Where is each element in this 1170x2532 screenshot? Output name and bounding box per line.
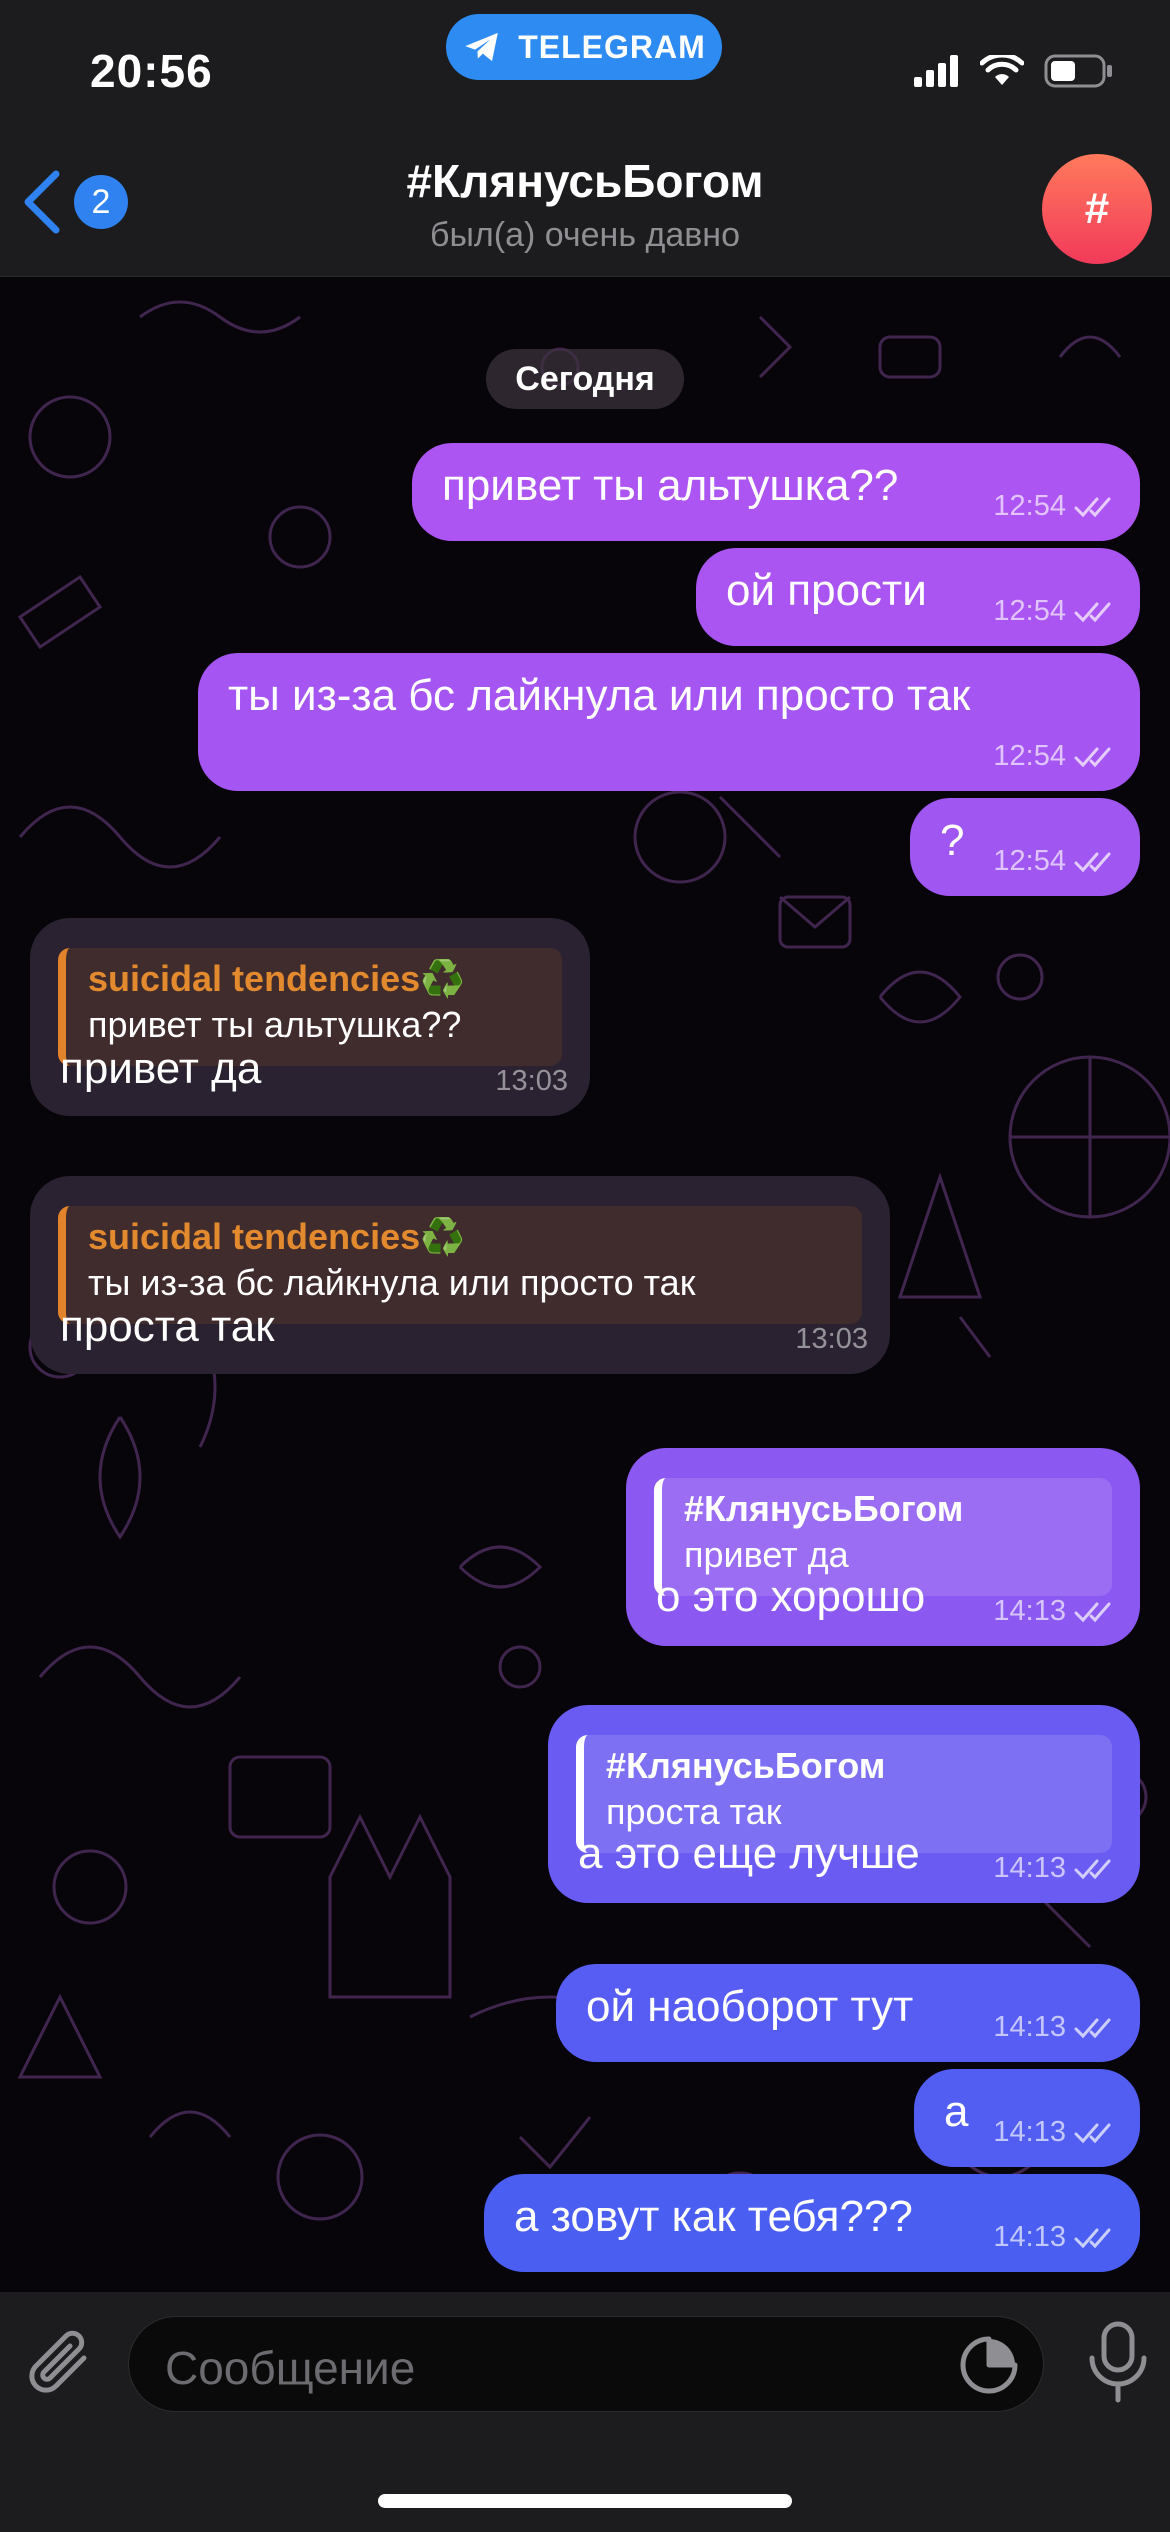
reply-author: suicidal tendencies♻️ <box>88 1216 465 1257</box>
double-check-icon <box>1074 1602 1111 1622</box>
sticker-icon <box>960 2336 1018 2394</box>
reply-author: #КлянусьБогом <box>606 1745 886 1786</box>
message-text: ты из-за бс лайкнула или просто так <box>228 671 971 720</box>
avatar-symbol: # <box>1084 184 1110 233</box>
message-meta: 14:13 <box>993 1852 1118 1885</box>
telegram-chat-screen: 20:56 TELEGRAM 2 #КлянусьБогом был(а) оч… <box>0 0 1170 2532</box>
microphone-icon <box>1089 2321 1147 2403</box>
double-check-icon <box>1074 2123 1111 2143</box>
voice-message-button[interactable] <box>1086 2320 1150 2409</box>
message-meta: 13:03 <box>495 1065 568 1098</box>
outgoing-message[interactable]: а 14:13 <box>914 2069 1140 2167</box>
message-time: 14:13 <box>993 2116 1066 2148</box>
message-input[interactable]: Сообщение <box>128 2316 1044 2412</box>
telegram-paper-plane-icon <box>465 32 499 62</box>
status-bar: 20:56 TELEGRAM <box>0 0 1170 140</box>
message-input-placeholder: Сообщение <box>165 2342 416 2394</box>
reply-text: привет да <box>684 1534 849 1575</box>
reply-author: suicidal tendencies♻️ <box>88 958 465 999</box>
wifi-icon <box>980 55 1024 85</box>
message-meta: 14:13 <box>993 1595 1118 1628</box>
double-check-icon <box>1074 1859 1111 1879</box>
message-meta: 14:13 <box>993 2011 1118 2044</box>
message-text: ? <box>940 816 965 865</box>
reply-text: ты из-за бс лайкнула или просто так <box>88 1262 696 1303</box>
message-time: 12:54 <box>993 740 1066 772</box>
message-meta: 12:54 <box>993 490 1118 523</box>
reply-text: привет ты альтушка?? <box>88 1004 462 1045</box>
message-input-bar: Сообщение <box>0 2292 1170 2532</box>
chat-avatar[interactable]: # <box>1042 154 1152 264</box>
message-time: 14:13 <box>993 2011 1066 2043</box>
message-meta: 12:54 <box>993 595 1118 628</box>
double-check-icon <box>1074 497 1111 517</box>
message-text: привет ты альтушка?? <box>442 461 899 510</box>
message-time: 12:54 <box>993 490 1066 522</box>
outgoing-message[interactable]: ой наоборот тут 14:13 <box>556 1964 1140 2062</box>
message-meta: 12:54 <box>993 740 1118 773</box>
reply-author: #КлянусьБогом <box>684 1488 964 1529</box>
message-time: 14:13 <box>993 1852 1066 1884</box>
message-meta: 14:13 <box>993 2116 1118 2149</box>
message-text: а <box>944 2087 969 2136</box>
message-meta: 12:54 <box>993 845 1118 878</box>
outgoing-message[interactable]: #КлянусьБогом проста так а это еще лучше… <box>548 1705 1140 1903</box>
message-meta: 14:13 <box>993 2221 1118 2254</box>
cellular-signal-icon <box>914 55 958 87</box>
double-check-icon <box>1074 852 1111 872</box>
message-time: 13:03 <box>495 1065 568 1097</box>
message-text: о это хорошо <box>656 1572 926 1621</box>
outgoing-message[interactable]: #КлянусьБогом привет да о это хорошо 14:… <box>626 1448 1140 1646</box>
sticker-button[interactable] <box>959 2335 1019 2400</box>
double-check-icon <box>1074 2018 1111 2038</box>
message-time: 14:13 <box>993 1595 1066 1627</box>
paperclip-icon <box>29 2330 87 2393</box>
status-icons <box>914 54 1114 88</box>
message-text: ой наоборот тут <box>586 1982 914 2031</box>
status-time: 20:56 <box>90 45 213 97</box>
chat-last-seen: был(а) очень давно <box>430 216 740 254</box>
outgoing-message[interactable]: а зовут как тебя??? 14:13 <box>484 2174 1140 2272</box>
double-check-icon <box>1074 2228 1111 2248</box>
message-text: проста так <box>60 1302 275 1351</box>
battery-icon <box>1044 54 1112 88</box>
message-text: а это еще лучше <box>578 1829 920 1878</box>
message-text: ой прости <box>726 566 927 615</box>
message-time: 12:54 <box>993 595 1066 627</box>
telegram-app-pill[interactable]: TELEGRAM <box>446 14 722 80</box>
home-indicator[interactable] <box>378 2494 792 2508</box>
double-check-icon <box>1074 747 1111 767</box>
app-pill-label: TELEGRAM <box>518 28 706 65</box>
date-separator: Сегодня <box>486 349 684 409</box>
reply-text: проста так <box>606 1791 782 1832</box>
message-list[interactable]: Сегодня привет ты альтушка?? 12:54 ой пр… <box>0 277 1170 2292</box>
message-meta: 13:03 <box>795 1323 868 1356</box>
outgoing-message[interactable]: ? 12:54 <box>910 798 1140 896</box>
message-text: привет да <box>60 1044 262 1093</box>
outgoing-message[interactable]: ты из-за бс лайкнула или просто так 12:5… <box>198 653 1140 791</box>
outgoing-message[interactable]: привет ты альтушка?? 12:54 <box>412 443 1140 541</box>
chat-header: 2 #КлянусьБогом был(а) очень давно # <box>0 140 1170 277</box>
outgoing-message[interactable]: ой прости 12:54 <box>696 548 1140 646</box>
message-text: а зовут как тебя??? <box>514 2192 913 2241</box>
chat-title[interactable]: #КлянусьБогом <box>0 154 1170 208</box>
double-check-icon <box>1074 602 1111 622</box>
incoming-message[interactable]: suicidal tendencies♻️ ты из-за бс лайкну… <box>30 1176 890 1374</box>
attach-button[interactable] <box>26 2328 98 2409</box>
message-time: 12:54 <box>993 845 1066 877</box>
message-time: 13:03 <box>795 1323 868 1355</box>
message-time: 14:13 <box>993 2221 1066 2253</box>
incoming-message[interactable]: suicidal tendencies♻️ привет ты альтушка… <box>30 918 590 1116</box>
